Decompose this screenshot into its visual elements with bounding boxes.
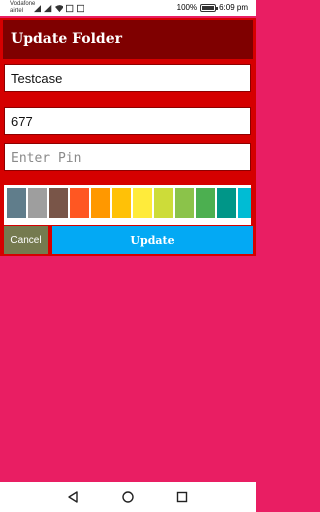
folder-name-field-wrapper [4, 64, 251, 92]
back-button[interactable] [65, 489, 81, 505]
navigation-bar [0, 482, 256, 512]
recents-button[interactable] [174, 489, 190, 505]
battery-percent: 100% [176, 3, 198, 12]
carrier-info: Vodafone airtel [10, 1, 35, 15]
color-swatch[interactable] [196, 188, 215, 218]
dialog-title: Update Folder [3, 20, 253, 59]
wifi-icon [54, 4, 64, 12]
color-swatch[interactable] [112, 188, 131, 218]
color-swatch[interactable] [154, 188, 173, 218]
color-swatch[interactable] [70, 188, 89, 218]
signal-icon-2 [44, 4, 52, 12]
signal-icon [34, 4, 42, 12]
color-swatch[interactable] [133, 188, 152, 218]
color-swatch[interactable] [217, 188, 236, 218]
battery-icon [200, 4, 219, 12]
number-input[interactable] [5, 108, 250, 134]
color-swatch[interactable] [49, 188, 68, 218]
recents-square-icon [176, 491, 188, 503]
notification-icon-2 [76, 4, 85, 12]
home-button[interactable] [120, 489, 136, 505]
color-swatch[interactable] [175, 188, 194, 218]
status-bar: Vodafone airtel 100% 6:09 pm [0, 0, 256, 16]
clock: 6:09 pm [219, 3, 248, 12]
carrier-1: Vodafone [10, 1, 36, 7]
status-right: 100% 6:09 pm [177, 2, 248, 14]
cancel-button[interactable]: Cancel [4, 226, 48, 254]
color-palette[interactable] [4, 185, 251, 225]
number-field-wrapper [4, 107, 251, 135]
home-circle-icon [122, 491, 134, 503]
back-triangle-icon [68, 491, 78, 503]
folder-name-input[interactable] [5, 65, 250, 91]
pin-input[interactable] [5, 144, 250, 170]
color-swatch[interactable] [238, 188, 251, 218]
color-swatch[interactable] [28, 188, 47, 218]
notification-icon [66, 4, 74, 12]
carrier-2: airtel [10, 8, 24, 14]
status-icons [34, 2, 85, 14]
update-button[interactable]: Update [52, 226, 253, 254]
color-swatch[interactable] [7, 188, 26, 218]
color-palette-track [7, 188, 251, 218]
update-folder-dialog: Update Folder Cancel Update [0, 18, 256, 256]
pin-field-wrapper [4, 143, 251, 171]
color-swatch[interactable] [91, 188, 110, 218]
